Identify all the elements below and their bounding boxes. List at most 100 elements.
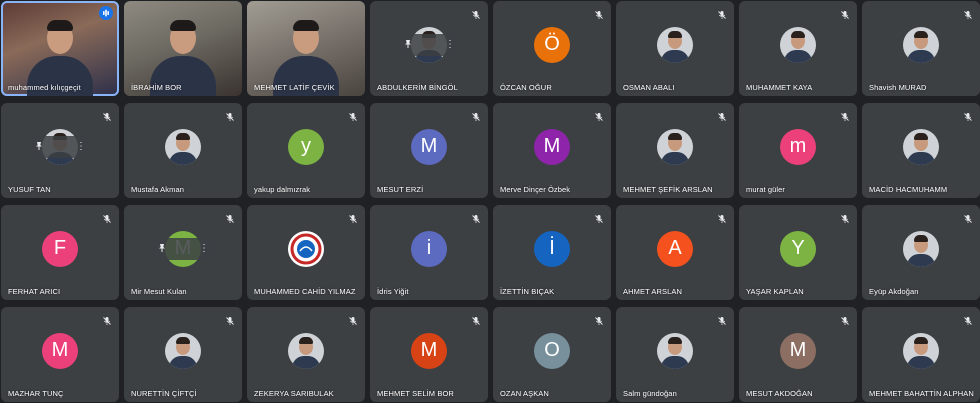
participant-name: Mir Mesut Kulan bbox=[131, 287, 187, 296]
participant-name: OZAN AŞKAN bbox=[500, 389, 549, 398]
participant-tile[interactable]: i İdris Yiğit bbox=[370, 205, 488, 300]
avatar bbox=[165, 128, 201, 165]
participant-name: İBRAHİM BOR bbox=[131, 83, 182, 92]
avatar bbox=[288, 332, 324, 369]
participant-tile[interactable]: ZEKERYA SARIBULAK bbox=[247, 307, 365, 402]
participant-tile[interactable]: Ö ÖZCAN OĞUR bbox=[493, 1, 611, 96]
avatar: F bbox=[42, 230, 78, 267]
participant-tile[interactable]: O OZAN AŞKAN bbox=[493, 307, 611, 402]
participant-tile[interactable]: MUHAMMED CAHİD YILMAZ bbox=[247, 205, 365, 300]
avatar: M bbox=[534, 128, 570, 165]
participant-name: MACİD HACMUHAMM bbox=[869, 185, 948, 194]
pin-menu[interactable]: ⋮ bbox=[151, 237, 215, 260]
participant-name: muhammed kılıçgeçit bbox=[8, 83, 81, 92]
mic-off-icon bbox=[102, 109, 112, 121]
pin-menu[interactable]: ⋮ bbox=[28, 135, 92, 158]
participant-tile[interactable]: M⋮Mir Mesut Kulan bbox=[124, 205, 242, 300]
participant-tile[interactable]: Salm gündoğan bbox=[616, 307, 734, 402]
participant-tile[interactable]: muhammed kılıçgeçit bbox=[1, 1, 119, 96]
participant-tile[interactable]: Shavish MURAD bbox=[862, 1, 980, 96]
participant-name: ÖZCAN OĞUR bbox=[500, 83, 552, 92]
participant-tile[interactable]: MEHMET ŞEFİK ARSLAN bbox=[616, 103, 734, 198]
more-options-icon[interactable]: ⋮ bbox=[445, 39, 455, 50]
mic-off-icon bbox=[348, 109, 358, 121]
participant-name: murat güler bbox=[746, 185, 786, 194]
participant-grid: muhammed kılıçgeçit İBRAHİM BOR MEHMET LAT… bbox=[0, 0, 980, 403]
participant-tile[interactable]: MEHMET BAHATTİN ALPHAN bbox=[862, 307, 980, 402]
mic-off-icon bbox=[963, 109, 973, 121]
mic-off-icon bbox=[102, 313, 112, 325]
mic-off-icon bbox=[471, 211, 481, 223]
participant-name: İdris Yiğit bbox=[377, 287, 409, 296]
participant-tile[interactable]: İ İZETTİN BIÇAK bbox=[493, 205, 611, 300]
participant-tile[interactable]: Eyüp Akdoğan bbox=[862, 205, 980, 300]
participant-tile[interactable]: MUHAMMET KAYA bbox=[739, 1, 857, 96]
participant-tile[interactable]: M MESUT ERZİ bbox=[370, 103, 488, 198]
participant-name: İZETTİN BIÇAK bbox=[500, 287, 555, 296]
avatar: Y bbox=[780, 230, 816, 267]
mic-off-icon bbox=[348, 313, 358, 325]
participant-tile[interactable]: ⋮ ABDULKERİM BİNGÖL bbox=[370, 1, 488, 96]
avatar bbox=[903, 230, 939, 267]
participant-name: FERHAT ARICI bbox=[8, 287, 61, 296]
participant-name: NURETTİN ÇİFTÇİ bbox=[131, 389, 197, 398]
avatar: A bbox=[657, 230, 693, 267]
mic-off-icon bbox=[717, 211, 727, 223]
avatar: M bbox=[42, 332, 78, 369]
participant-tile[interactable]: M MAZHAR TUNÇ bbox=[1, 307, 119, 402]
participant-name: MESUT ERZİ bbox=[377, 185, 424, 194]
participant-name: AHMET ARSLAN bbox=[623, 287, 682, 296]
avatar: İ bbox=[534, 230, 570, 267]
mic-off-icon bbox=[840, 313, 850, 325]
mic-off-icon bbox=[594, 211, 604, 223]
avatar: O bbox=[534, 332, 570, 369]
participant-tile[interactable]: M Merve Dinçer Özbek bbox=[493, 103, 611, 198]
pin-icon[interactable] bbox=[157, 240, 167, 258]
avatar bbox=[657, 26, 693, 63]
pin-menu[interactable]: ⋮ bbox=[397, 33, 461, 56]
participant-name: Shavish MURAD bbox=[869, 83, 927, 92]
mic-off-icon bbox=[471, 313, 481, 325]
participant-tile[interactable]: M MESUT AKDOĞAN bbox=[739, 307, 857, 402]
mic-off-icon bbox=[471, 7, 481, 19]
mic-off-icon bbox=[717, 109, 727, 121]
participant-name: MEHMET LATİF ÇEVİK bbox=[254, 83, 335, 92]
mic-off-icon bbox=[840, 7, 850, 19]
speaking-indicator-icon bbox=[99, 6, 113, 20]
avatar: i bbox=[411, 230, 447, 267]
avatar: y bbox=[288, 128, 324, 165]
mic-off-icon bbox=[225, 313, 235, 325]
mic-off-icon bbox=[717, 7, 727, 19]
avatar bbox=[288, 230, 324, 267]
participant-tile[interactable]: NURETTİN ÇİFTÇİ bbox=[124, 307, 242, 402]
participant-tile[interactable]: M MEHMET SELİM BOR bbox=[370, 307, 488, 402]
participant-tile[interactable]: A AHMET ARSLAN bbox=[616, 205, 734, 300]
mic-off-icon bbox=[471, 109, 481, 121]
more-options-icon[interactable]: ⋮ bbox=[199, 243, 209, 254]
participant-tile[interactable]: Mustafa Akman bbox=[124, 103, 242, 198]
participant-tile[interactable]: MEHMET LATİF ÇEVİK bbox=[247, 1, 365, 96]
participant-name: Eyüp Akdoğan bbox=[869, 287, 919, 296]
pin-icon[interactable] bbox=[34, 138, 44, 156]
mic-off-icon bbox=[840, 109, 850, 121]
mic-off-icon bbox=[963, 211, 973, 223]
participant-tile[interactable]: Y YAŞAR KAPLAN bbox=[739, 205, 857, 300]
participant-tile[interactable]: OSMAN ABALI bbox=[616, 1, 734, 96]
avatar: Ö bbox=[534, 26, 570, 63]
participant-tile[interactable]: m murat güler bbox=[739, 103, 857, 198]
participant-tile[interactable]: F FERHAT ARICI bbox=[1, 205, 119, 300]
participant-tile[interactable]: MACİD HACMUHAMM bbox=[862, 103, 980, 198]
participant-name: MEHMET ŞEFİK ARSLAN bbox=[623, 185, 713, 194]
avatar bbox=[903, 128, 939, 165]
participant-name: ABDULKERİM BİNGÖL bbox=[377, 83, 458, 92]
avatar bbox=[657, 128, 693, 165]
avatar bbox=[903, 332, 939, 369]
mic-off-icon bbox=[963, 313, 973, 325]
more-options-icon[interactable]: ⋮ bbox=[76, 141, 86, 152]
participant-name: YUSUF TAN bbox=[8, 185, 51, 194]
pin-icon[interactable] bbox=[403, 36, 413, 54]
mic-off-icon bbox=[225, 211, 235, 223]
participant-tile[interactable]: ⋮ YUSUF TAN bbox=[1, 103, 119, 198]
participant-tile[interactable]: y yakup dalmızrak bbox=[247, 103, 365, 198]
participant-tile[interactable]: İBRAHİM BOR bbox=[124, 1, 242, 96]
